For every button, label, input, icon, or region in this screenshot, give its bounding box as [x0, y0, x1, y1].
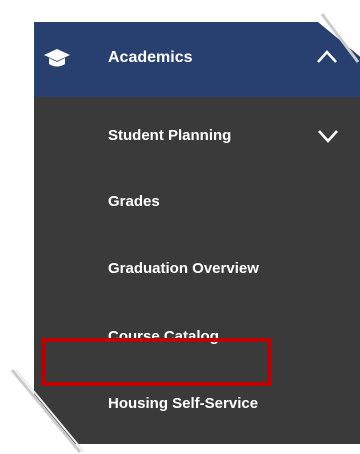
screenshot-frame: Academics Student Planning Grades Gradua… — [0, 0, 360, 454]
chevron-down-icon[interactable] — [317, 129, 339, 143]
menu-item-student-planning[interactable]: Student Planning — [34, 121, 360, 151]
menu-item-label: Graduation Overview — [108, 260, 259, 277]
menu-item-grades[interactable]: Grades — [34, 187, 360, 217]
menu-header-label: Academics — [108, 49, 193, 66]
page-curl-decoration — [10, 369, 85, 453]
menu-item-graduation-overview[interactable]: Graduation Overview — [34, 254, 360, 284]
menu-item-label: Housing Self-Service — [108, 395, 259, 412]
menu-header-academics[interactable]: Academics — [34, 22, 360, 97]
menu-item-label: Student Planning — [108, 127, 232, 144]
menu-item-label: Grades — [108, 193, 160, 210]
graduation-cap-icon — [44, 49, 70, 67]
page-curl-decoration — [320, 13, 360, 63]
